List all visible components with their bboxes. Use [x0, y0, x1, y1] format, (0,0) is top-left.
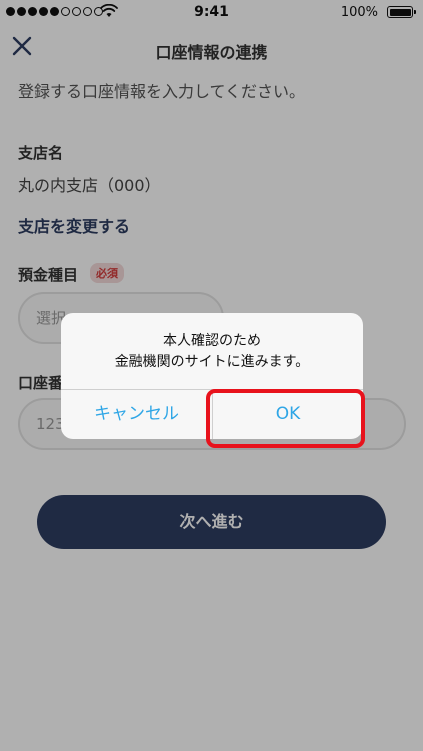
dialog-cancel-button[interactable]: キャンセル: [61, 390, 212, 439]
ok-button-highlight: [206, 389, 365, 448]
dialog-message-line: 本人確認のため: [163, 333, 261, 349]
dialog-message-line: 金融機関のサイトに進みます。: [114, 354, 310, 370]
app-screen: 9:41 100% 口座情報の連携 登録する口座情報を入力してください。 支店名…: [0, 0, 423, 751]
dialog-message: 本人確認のため 金融機関のサイトに進みます。: [61, 331, 363, 373]
